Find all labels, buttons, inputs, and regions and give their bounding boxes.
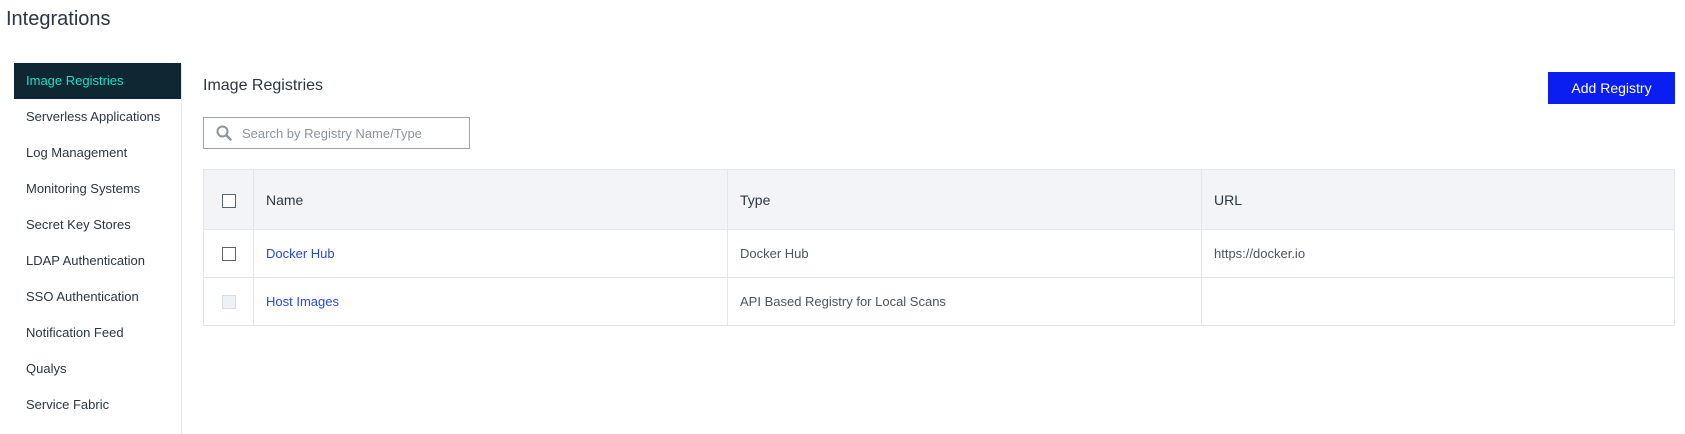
sidebar-item-ldap-authentication[interactable]: LDAP Authentication bbox=[14, 243, 181, 279]
search-box[interactable] bbox=[203, 117, 470, 149]
type-cell: Docker Hub bbox=[727, 229, 1202, 278]
sidebar-item-qualys[interactable]: Qualys bbox=[14, 351, 181, 387]
sidebar-item-image-registries[interactable]: Image Registries bbox=[14, 63, 181, 99]
row-checkbox-cell bbox=[203, 229, 254, 278]
name-cell: Docker Hub bbox=[253, 229, 728, 278]
sidebar-item-serverless-applications[interactable]: Serverless Applications bbox=[14, 99, 181, 135]
row-checkbox[interactable] bbox=[221, 247, 236, 262]
section-title: Image Registries bbox=[203, 77, 324, 94]
url-cell: https://docker.io bbox=[1201, 229, 1675, 278]
sidebar-item-secret-key-stores[interactable]: Secret Key Stores bbox=[14, 207, 181, 243]
row-checkbox-disabled bbox=[221, 295, 236, 310]
table-row: Docker Hub Docker Hub https://docker.io bbox=[203, 229, 1675, 278]
row-checkbox-cell bbox=[203, 277, 254, 326]
page-title: Integrations bbox=[6, 8, 111, 30]
select-all-checkbox[interactable] bbox=[221, 193, 236, 208]
table-header-row: Name Type URL bbox=[203, 169, 1675, 230]
search-input[interactable] bbox=[240, 124, 440, 142]
type-cell: API Based Registry for Local Scans bbox=[727, 277, 1202, 326]
sidebar-item-sso-authentication[interactable]: SSO Authentication bbox=[14, 279, 181, 315]
sidebar-item-notification-feed[interactable]: Notification Feed bbox=[14, 315, 181, 351]
registry-name-link[interactable]: Host Images bbox=[266, 294, 339, 309]
column-header-name[interactable]: Name bbox=[253, 169, 728, 230]
sidebar: Image Registries Serverless Applications… bbox=[14, 63, 182, 434]
search-icon bbox=[216, 125, 232, 141]
column-header-url[interactable]: URL bbox=[1201, 169, 1675, 230]
registries-table: Name Type URL Docker Hub Docker Hub http… bbox=[203, 169, 1675, 326]
select-all-cell bbox=[203, 169, 254, 230]
registry-name-link[interactable]: Docker Hub bbox=[266, 246, 335, 261]
column-header-type[interactable]: Type bbox=[727, 169, 1202, 230]
url-cell bbox=[1201, 277, 1675, 326]
sidebar-item-service-fabric[interactable]: Service Fabric bbox=[14, 387, 181, 423]
sidebar-item-log-management[interactable]: Log Management bbox=[14, 135, 181, 171]
add-registry-button[interactable]: Add Registry bbox=[1548, 72, 1675, 104]
name-cell: Host Images bbox=[253, 277, 728, 326]
sidebar-item-monitoring-systems[interactable]: Monitoring Systems bbox=[14, 171, 181, 207]
table-row: Host Images API Based Registry for Local… bbox=[203, 277, 1675, 326]
